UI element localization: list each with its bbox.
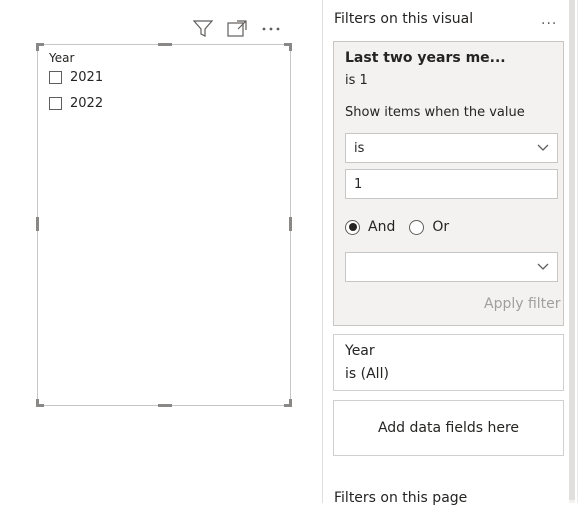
slicer-item-label: 2021 [70,70,104,85]
checkbox[interactable] [49,71,62,84]
scrollbar-thumb[interactable] [569,0,575,500]
chevron-down-icon [537,141,549,156]
radio-selected-dot [348,223,357,231]
add-data-fields-label: Add data fields here [377,420,520,436]
slicer-visual[interactable]: Year 2021 2022 [36,43,292,407]
checkbox[interactable] [49,97,62,110]
resize-handle-bottom[interactable] [158,404,172,407]
filter-card-last-two-years[interactable]: Last two years me... is 1 Show items whe… [333,41,564,326]
resize-handle-top[interactable] [158,43,172,46]
more-options-icon[interactable]: ... [541,12,557,28]
resize-handle-bottom-right[interactable] [284,399,292,407]
chevron-down-icon [537,260,549,275]
more-options-icon[interactable] [260,18,282,40]
or-label[interactable]: Or [432,219,449,235]
slicer-item-2022[interactable]: 2022 [49,96,103,111]
resize-handle-top-right[interactable] [284,43,292,51]
resize-handle-top-left[interactable] [36,43,44,51]
resize-handle-right[interactable] [289,217,292,231]
condition-dropdown-value: is [354,140,365,156]
and-label[interactable]: And [368,219,395,235]
value-input-text: 1 [354,176,363,192]
add-data-fields-dropzone[interactable]: Add data fields here [333,400,564,456]
and-radio[interactable] [345,219,360,235]
pane-scrollbar[interactable] [569,0,575,503]
operator-radio-group: And Or [345,219,449,235]
resize-handle-left[interactable] [36,217,39,231]
apply-filter-button[interactable]: Apply filter [484,296,561,312]
resize-handle-bottom-left[interactable] [36,399,44,407]
show-items-label: Show items when the value [345,105,525,120]
focus-mode-icon[interactable] [226,18,248,40]
report-canvas: Year 2021 2022 [0,0,322,503]
slicer-item-label: 2022 [70,96,104,111]
filters-pane: Filters on this visual ... Last two year… [323,0,585,506]
filters-on-visual-heading: Filters on this visual [334,11,474,27]
collapsed-panel-edge [577,0,585,503]
filter-card-year[interactable]: Year is (All) [333,334,564,391]
visual-header [192,18,282,40]
year-filter-summary: is (All) [345,366,389,382]
filters-on-page-heading: Filters on this page [334,490,468,506]
filter-card-title[interactable]: Last two years me... [345,50,506,66]
value-input[interactable]: 1 [345,169,558,199]
slicer-item-2021[interactable]: 2021 [49,70,103,85]
second-condition-dropdown[interactable] [345,252,558,282]
slicer-title: Year [49,51,75,65]
filter-card-summary: is 1 [345,73,368,88]
filter-icon[interactable] [192,18,214,40]
or-radio[interactable] [409,219,425,235]
condition-dropdown[interactable]: is [345,133,558,163]
year-filter-title: Year [345,343,375,359]
